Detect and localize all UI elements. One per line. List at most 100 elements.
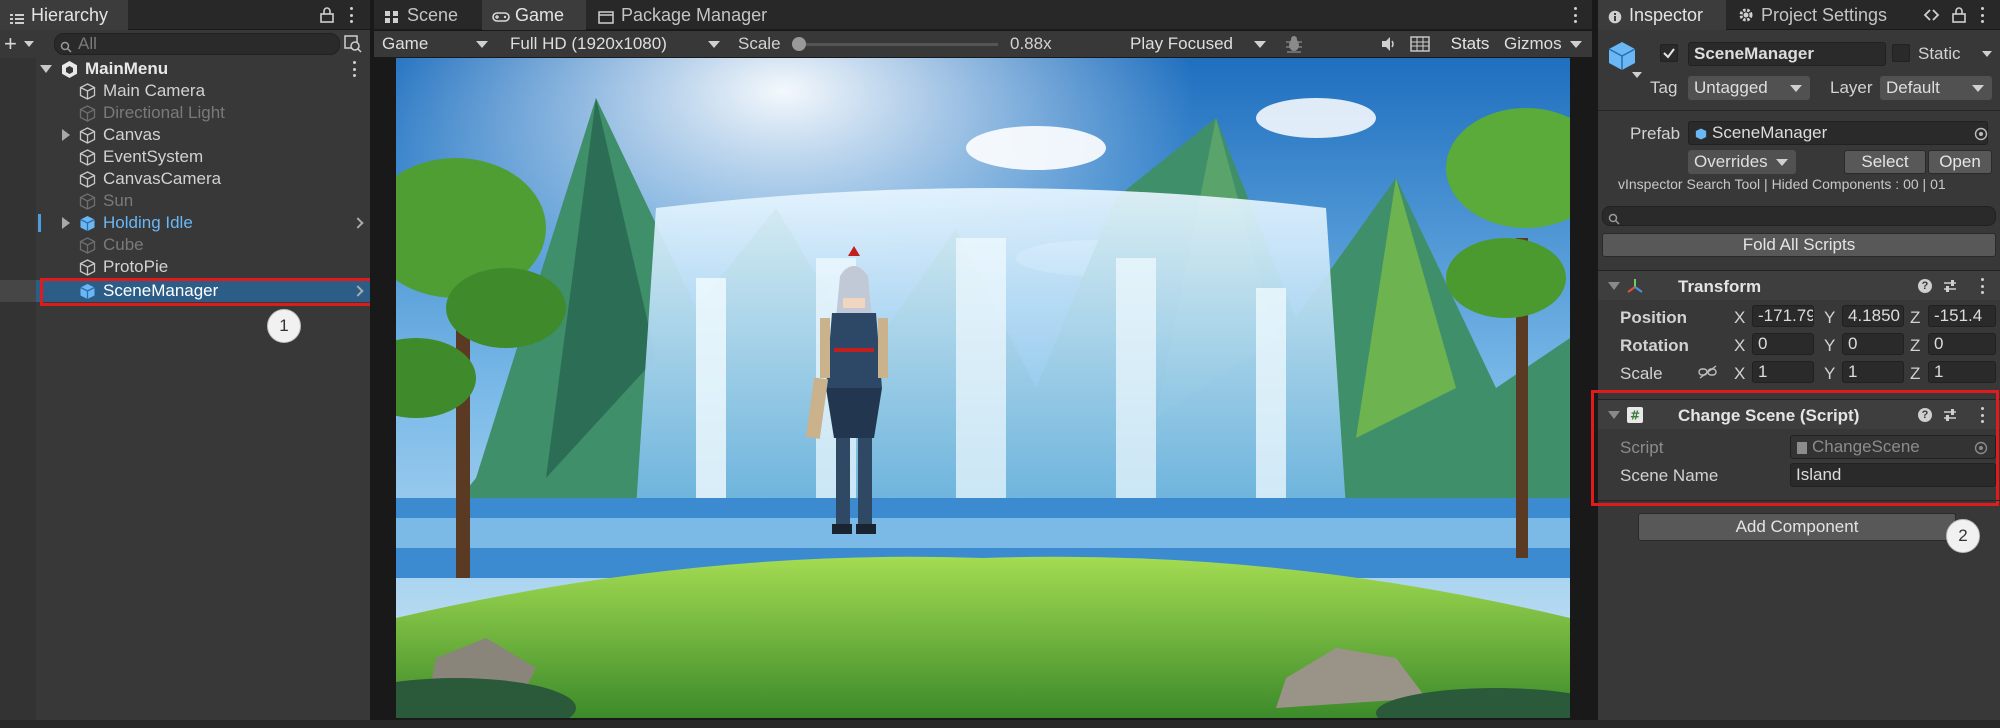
hierarchy-item-label: Holding Idle [103, 213, 193, 232]
hierarchy-search-input[interactable]: All [54, 33, 340, 55]
scale-label: Scale [1620, 364, 1663, 383]
aspect-grid-icon[interactable] [1410, 36, 1430, 57]
scale-y-input[interactable]: 1 [1842, 361, 1904, 383]
tab-package-manager[interactable]: Package Manager [588, 0, 818, 30]
hierarchy-item-main-camera[interactable]: Main Camera [0, 80, 370, 102]
constrain-proportions-icon[interactable] [1698, 364, 1718, 385]
stats-button[interactable]: Stats [1446, 32, 1494, 56]
inspector-menu-icon[interactable] [1980, 7, 1984, 23]
hierarchy-toolbar: + All [0, 31, 370, 57]
hierarchy-menu-icon[interactable] [349, 7, 353, 23]
search-placeholder: All [78, 34, 97, 53]
expand-arrow-icon[interactable] [62, 217, 70, 229]
static-dropdown-arrow[interactable] [1982, 51, 1992, 57]
root-menu-icon[interactable] [352, 61, 356, 77]
position-x-label: X [1734, 308, 1746, 327]
position-y-input[interactable]: 4.1850 [1842, 305, 1904, 327]
static-checkbox[interactable] [1892, 44, 1910, 62]
scale-x-input[interactable]: 1 [1752, 361, 1814, 383]
gizmos-dropdown[interactable]: Gizmos [1498, 32, 1590, 56]
fold-arrow-icon[interactable] [1608, 282, 1620, 290]
hierarchy-item-cube[interactable]: Cube [0, 234, 370, 256]
scale-slider-track[interactable] [798, 43, 998, 46]
help-icon[interactable]: ? [1918, 279, 1932, 293]
overrides-value: Overrides [1694, 152, 1768, 171]
tab-scene[interactable]: Scene [374, 0, 480, 30]
game-view[interactable] [396, 58, 1570, 718]
tag-dropdown[interactable]: Untagged [1688, 76, 1810, 100]
resolution-dropdown[interactable]: Full HD (1920x1080) [504, 32, 728, 56]
gear-icon [1738, 7, 1754, 23]
object-name-input[interactable]: SceneManager [1688, 42, 1886, 66]
lock-icon[interactable] [1952, 7, 1966, 28]
scale-z-label: Z [1910, 364, 1921, 383]
prefab-select-button[interactable]: Select [1844, 150, 1926, 174]
gizmos-value: Gizmos [1504, 34, 1562, 53]
rotation-x-input[interactable]: 0 [1752, 333, 1814, 355]
prefab-field[interactable]: SceneManager [1688, 121, 1988, 145]
play-mode-dropdown[interactable]: Play Focused [1124, 32, 1274, 56]
hierarchy-item-label: Canvas [103, 125, 161, 144]
hierarchy-item-holding-idle[interactable]: Holding Idle [0, 212, 370, 234]
center-menu-icon[interactable] [1573, 7, 1577, 23]
hierarchy-item-label: ProtoPie [103, 257, 169, 276]
hierarchy-item-protopie[interactable]: ProtoPie [0, 256, 370, 278]
bug-icon[interactable] [1284, 34, 1304, 59]
rotation-z-label: Z [1910, 336, 1921, 355]
list-icon [10, 9, 24, 24]
play-mode-value: Play Focused [1130, 34, 1233, 53]
object-picker-icon[interactable] [1974, 126, 1988, 146]
icon-dropdown-arrow[interactable] [1632, 72, 1642, 78]
tab-inspector[interactable]: Inspector [1598, 0, 1726, 30]
position-x-input[interactable]: -171.79 [1752, 305, 1814, 327]
tab-project-settings[interactable]: Project Settings [1728, 0, 1918, 30]
package-icon [598, 8, 614, 24]
overrides-dropdown[interactable]: Overrides [1688, 150, 1796, 174]
add-object-button[interactable]: + [4, 31, 17, 57]
transform-title: Transform [1678, 277, 1762, 296]
expand-arrow-icon[interactable] [40, 65, 52, 73]
hierarchy-panel: Hierarchy + All MainMenu Main Camera Dir… [0, 0, 373, 728]
center-tabbar: Scene Game Package Manager [374, 0, 1592, 30]
gameobject-cube-icon [78, 126, 97, 145]
hierarchy-item-canvas[interactable]: Canvas [0, 124, 370, 146]
hierarchy-item-directional-light[interactable]: Directional Light [0, 102, 370, 124]
active-checkbox[interactable] [1660, 44, 1678, 62]
static-label: Static [1918, 44, 1961, 63]
vinspector-info: vInspector Search Tool | Hided Component… [1618, 176, 1946, 192]
component-divider [1598, 500, 2000, 501]
tab-overflow-icon[interactable] [1922, 7, 1940, 28]
display-dropdown-value: Game [382, 34, 429, 53]
component-menu-icon[interactable] [1980, 278, 1984, 294]
layer-dropdown[interactable]: Default [1880, 76, 1992, 100]
prefab-cube-icon [78, 214, 97, 233]
check-icon [1663, 48, 1675, 59]
rotation-y-input[interactable]: 0 [1842, 333, 1904, 355]
add-component-button[interactable]: Add Component [1638, 513, 1956, 541]
add-dropdown-icon[interactable] [24, 41, 34, 47]
scale-z-input[interactable]: 1 [1928, 361, 1996, 383]
scale-value: 0.88x [1010, 34, 1052, 53]
scale-slider-thumb[interactable] [792, 37, 806, 51]
position-z-input[interactable]: -151.4 [1928, 305, 1996, 327]
scale-y-label: Y [1824, 364, 1836, 383]
audio-mute-icon[interactable] [1380, 36, 1398, 57]
tab-hierarchy[interactable]: Hierarchy [0, 0, 128, 30]
rotation-z-input[interactable]: 0 [1928, 333, 1996, 355]
expand-arrow-icon[interactable] [62, 129, 70, 141]
scale-label: Scale [738, 34, 781, 53]
vinspector-search-input[interactable] [1602, 206, 1996, 226]
scene-visibility-icon[interactable] [344, 35, 362, 58]
hierarchy-root-mainmenu[interactable]: MainMenu [0, 58, 370, 80]
display-dropdown[interactable]: Game [376, 32, 496, 56]
presets-icon[interactable] [1942, 278, 1958, 299]
lock-icon[interactable] [320, 7, 334, 28]
hierarchy-item-sun[interactable]: Sun [0, 190, 370, 212]
tab-game[interactable]: Game [482, 0, 586, 30]
transform-header[interactable]: Transform ? [1598, 270, 2000, 300]
prefab-open-button[interactable]: Open [1928, 150, 1992, 174]
fold-all-scripts-button[interactable]: Fold All Scripts [1602, 233, 1996, 257]
hierarchy-item-eventsystem[interactable]: EventSystem [0, 146, 370, 168]
hierarchy-item-canvascamera[interactable]: CanvasCamera [0, 168, 370, 190]
hierarchy-item-label: Main Camera [103, 81, 206, 100]
